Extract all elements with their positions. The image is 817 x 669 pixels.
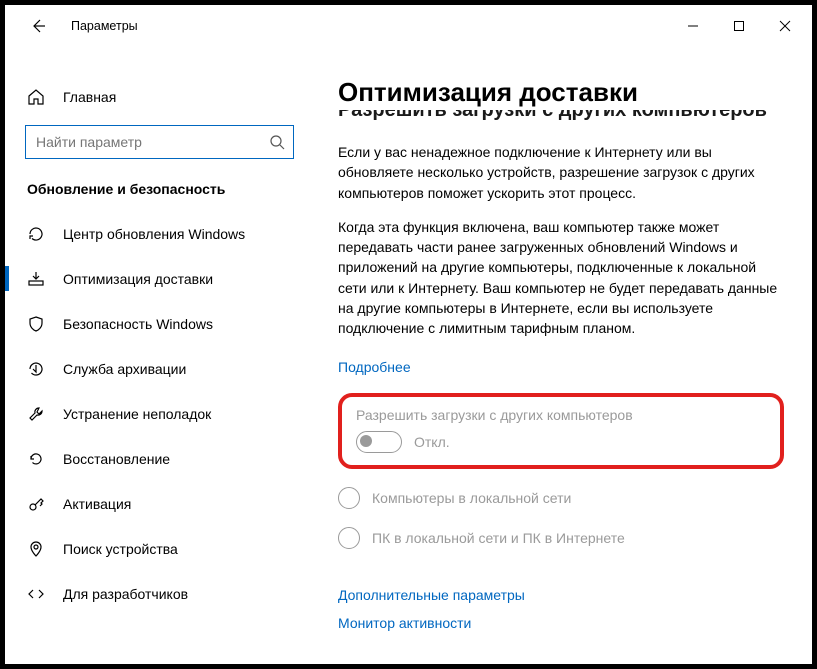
search-placeholder: Найти параметр (36, 134, 269, 150)
nav-item-label: Безопасность Windows (63, 316, 213, 332)
nav-item-windows-security[interactable]: Безопасность Windows (5, 301, 310, 346)
nav-item-label: Восстановление (63, 451, 170, 467)
nav-item-delivery-optimization[interactable]: Оптимизация доставки (5, 256, 310, 301)
wrench-icon (27, 405, 45, 423)
nav-item-recovery[interactable]: Восстановление (5, 436, 310, 481)
minimize-button[interactable] (670, 11, 716, 41)
nav-home[interactable]: Главная (5, 77, 310, 117)
delivery-icon (27, 270, 45, 288)
backup-icon (27, 360, 45, 378)
nav-item-label: Для разработчиков (63, 586, 188, 602)
home-icon (27, 88, 45, 106)
shield-icon (27, 315, 45, 333)
radio-local-network[interactable]: Компьютеры в локальной сети (338, 487, 784, 509)
nav-item-find-device[interactable]: Поиск устройства (5, 526, 310, 571)
truncated-subheading: Разрешить загрузки с других компьютеров (338, 110, 784, 128)
code-icon (27, 585, 45, 603)
toggle-state: Откл. (414, 434, 450, 450)
search-input[interactable]: Найти параметр (25, 125, 294, 159)
update-icon (27, 225, 45, 243)
content-pane: Оптимизация доставки Разрешить загрузки … (310, 47, 812, 664)
radio-label: Компьютеры в локальной сети (372, 490, 571, 506)
nav-item-activation[interactable]: Активация (5, 481, 310, 526)
recovery-icon (27, 450, 45, 468)
learn-more-link[interactable]: Подробнее (338, 359, 411, 375)
close-button[interactable] (762, 11, 808, 41)
nav-item-label: Поиск устройства (63, 541, 178, 557)
nav-item-troubleshoot[interactable]: Устранение неполадок (5, 391, 310, 436)
nav-group-title: Обновление и безопасность (5, 163, 310, 211)
nav-item-label: Активация (63, 496, 131, 512)
nav-item-label: Служба архивации (63, 361, 186, 377)
nav-item-label: Устранение неполадок (63, 406, 211, 422)
search-icon (269, 134, 285, 150)
radio-icon (338, 487, 360, 509)
highlight-box: Разрешить загрузки с других компьютеров … (338, 393, 784, 469)
allow-downloads-toggle[interactable] (356, 431, 402, 453)
description-1: Если у вас ненадежное подключение к Инте… (338, 142, 784, 203)
nav-home-label: Главная (63, 89, 116, 105)
activity-monitor-link[interactable]: Монитор активности (338, 615, 471, 631)
nav-item-label: Оптимизация доставки (63, 271, 213, 287)
radio-internet[interactable]: ПК в локальной сети и ПК в Интернете (338, 527, 784, 549)
nav-item-label: Центр обновления Windows (63, 226, 245, 242)
toggle-label: Разрешить загрузки с других компьютеров (356, 407, 766, 423)
advanced-options-link[interactable]: Дополнительные параметры (338, 587, 525, 603)
nav-item-backup[interactable]: Служба архивации (5, 346, 310, 391)
location-icon (27, 540, 45, 558)
sidebar: Главная Найти параметр Обновление и безо… (5, 47, 310, 664)
radio-icon (338, 527, 360, 549)
window-title: Параметры (71, 19, 138, 33)
maximize-button[interactable] (716, 11, 762, 41)
back-button[interactable] (27, 15, 49, 37)
nav-item-windows-update[interactable]: Центр обновления Windows (5, 211, 310, 256)
page-title: Оптимизация доставки (338, 77, 784, 108)
key-icon (27, 495, 45, 513)
radio-label: ПК в локальной сети и ПК в Интернете (372, 530, 625, 546)
description-2: Когда эта функция включена, ваш компьюте… (338, 217, 784, 339)
nav-item-developers[interactable]: Для разработчиков (5, 571, 310, 616)
